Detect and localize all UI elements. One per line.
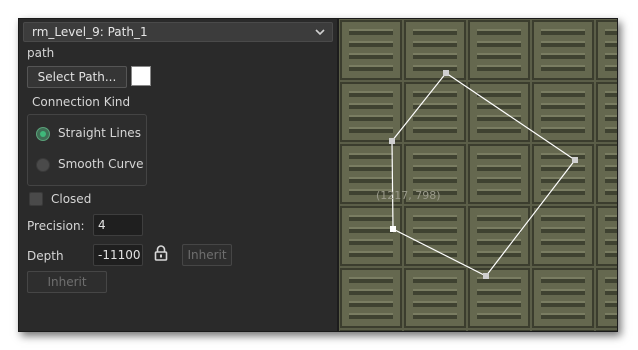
connection-kind-label: Connection Kind	[32, 95, 131, 109]
path-section-label: path	[27, 46, 55, 60]
path-point[interactable]	[572, 157, 578, 163]
path-point-selected[interactable]	[390, 226, 396, 232]
precision-label: Precision:	[27, 219, 85, 233]
depth-inherit-button[interactable]: Inherit	[182, 244, 232, 266]
path-point[interactable]	[483, 273, 489, 279]
path-point[interactable]	[443, 70, 449, 76]
straight-lines-label[interactable]: Straight Lines	[58, 126, 141, 140]
properties-panel: rm_Level_9: Path_1 path Select Path... C…	[19, 19, 337, 331]
room-viewport[interactable]	[339, 19, 618, 331]
inherit-button[interactable]: Inherit	[27, 271, 107, 293]
smooth-curve-label[interactable]: Smooth Curve	[58, 157, 144, 171]
smooth-curve-radio[interactable]	[36, 158, 50, 172]
closed-checkbox[interactable]	[29, 192, 43, 206]
object-selector-label: rm_Level_9: Path_1	[32, 25, 148, 39]
path-color-swatch[interactable]	[131, 66, 151, 86]
path-editor-window: rm_Level_9: Path_1 path Select Path... C…	[18, 18, 618, 332]
path-point[interactable]	[389, 138, 395, 144]
select-path-button[interactable]: Select Path...	[27, 66, 127, 88]
coordinate-readout: (1217, 798)	[376, 189, 441, 202]
chevron-down-icon	[315, 29, 325, 36]
depth-input[interactable]: -11100	[93, 244, 143, 266]
straight-lines-radio[interactable]	[36, 127, 50, 141]
tile-background	[339, 19, 617, 331]
object-selector-dropdown[interactable]: rm_Level_9: Path_1	[23, 22, 333, 42]
depth-label: Depth	[27, 249, 64, 263]
precision-input[interactable]: 4	[93, 214, 143, 236]
connection-kind-group: Straight Lines Smooth Curve	[27, 114, 147, 186]
closed-label[interactable]: Closed	[51, 192, 91, 206]
lock-icon[interactable]	[154, 245, 168, 261]
path-canvas[interactable]	[339, 19, 618, 331]
